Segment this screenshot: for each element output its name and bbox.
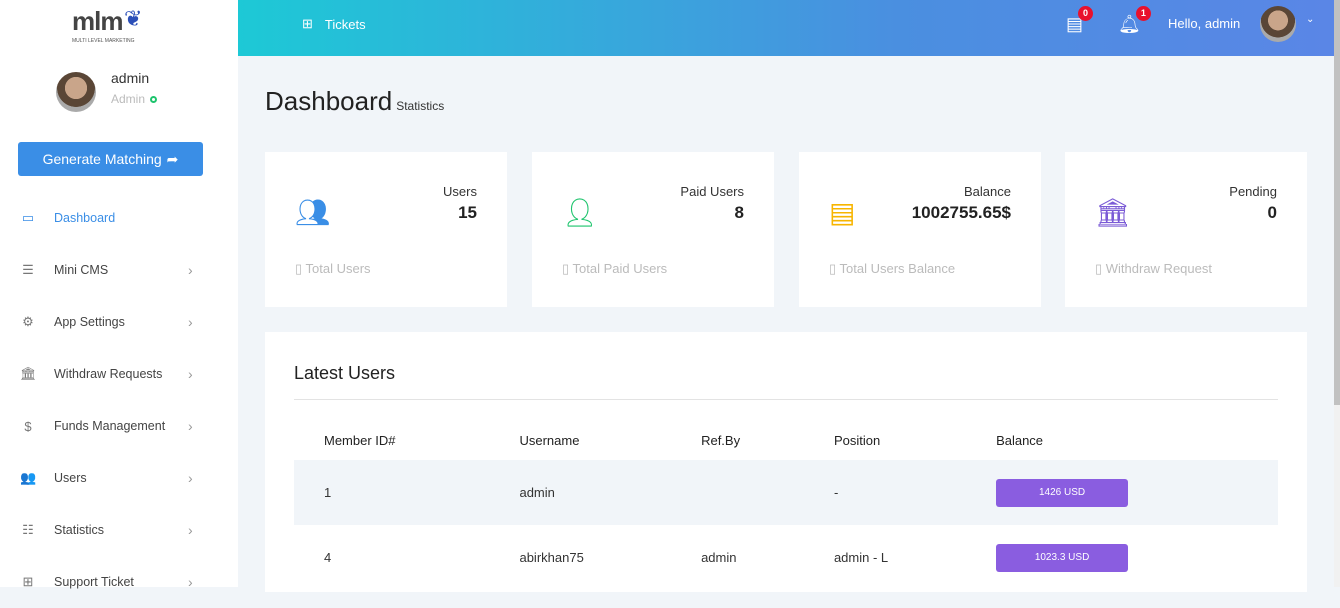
card-footer: ▯ Total Paid Users bbox=[562, 261, 668, 276]
cell: admin bbox=[489, 460, 672, 525]
divider bbox=[294, 399, 1278, 400]
receipt-icon: ▤ bbox=[829, 197, 856, 228]
sidebar-nav: ▭ Dashboard ☰ Mini CMS › ⚙ App Settings › 🏛 Wi… bbox=[0, 192, 238, 608]
latest-users-table: Member ID# Username Ref.By Position Bala… bbox=[294, 420, 1278, 590]
panel-title: Latest Users bbox=[294, 363, 396, 383]
chevron-right-icon: › bbox=[188, 470, 193, 486]
bell-icon[interactable]: 🔔︎ 1 bbox=[1118, 6, 1151, 35]
chevron-right-icon: › bbox=[188, 522, 193, 538]
cell: 1023.3 USD bbox=[966, 525, 1278, 590]
avatar bbox=[56, 72, 96, 112]
table-row: 4 abirkhan75 admin admin - L 1023.3 USD bbox=[294, 525, 1278, 590]
cell: 1 bbox=[294, 460, 490, 525]
card-label: Paid Users bbox=[680, 184, 744, 199]
profile-name: admin bbox=[111, 70, 150, 86]
cell: abirkhan75 bbox=[519, 550, 584, 565]
logo-subtitle: MULTI LEVEL MARKETING bbox=[72, 38, 135, 44]
user-avatar[interactable] bbox=[1260, 6, 1296, 42]
pending-card: 🏛︎ Pending 0 ▯ Withdraw Request bbox=[1065, 152, 1307, 307]
bank-icon: 🏛︎ bbox=[1095, 197, 1131, 228]
profile-role: Admin bbox=[111, 92, 158, 106]
column-header: Position bbox=[833, 432, 881, 448]
balance-card: ▤ Balance 1002755.65$ ▯ Total Users Bala… bbox=[799, 152, 1041, 307]
generate-matching-button[interactable]: Generate Matching ➦ bbox=[18, 142, 203, 176]
table-header: Member ID# Username Ref.By Position Bala… bbox=[294, 420, 1278, 460]
column-header: Member ID# bbox=[324, 432, 396, 448]
cell: - bbox=[803, 460, 967, 525]
cell bbox=[671, 460, 804, 525]
logo-text: mlm bbox=[72, 6, 123, 36]
column-header: Balance bbox=[996, 432, 1044, 448]
latest-users-panel: Latest Users Member ID# Username Ref.By … bbox=[265, 332, 1307, 592]
sidebar-item-users[interactable]: 👥 Users › bbox=[0, 452, 238, 504]
greeting: Hello, admin bbox=[1168, 16, 1241, 31]
sidebar-item-withdraw-requests[interactable]: 🏛 Withdraw Requests › bbox=[0, 348, 238, 400]
share-icon: ➦ bbox=[166, 150, 179, 167]
chevron-right-icon: › bbox=[188, 262, 193, 278]
cell: admin bbox=[701, 550, 737, 565]
topbar: ⊞ Tickets ▤ 0 🔔︎ 1 Hello, admin ⌄ bbox=[238, 0, 1334, 56]
card-footer: ▯ Total Users Balance bbox=[829, 261, 956, 276]
document-badge: 0 bbox=[1078, 6, 1094, 21]
chevron-right-icon: › bbox=[188, 366, 193, 382]
sidebar-item-statistics[interactable]: ☷ Statistics › bbox=[0, 504, 238, 556]
sidebar-item-dashboard[interactable]: ▭ Dashboard bbox=[0, 192, 238, 244]
users-icon: 👥︎ bbox=[295, 197, 331, 228]
card-label: Pending bbox=[1229, 184, 1277, 199]
card-value: 1002755.65$ bbox=[911, 203, 1011, 222]
bank-icon: 🏛 bbox=[20, 366, 37, 381]
sidebar-item-funds-management[interactable]: $ Funds Management › bbox=[0, 400, 238, 452]
scrollbar[interactable] bbox=[1334, 0, 1340, 587]
balance-badge: 1426 USD bbox=[996, 478, 1129, 507]
column-header: Username bbox=[519, 432, 580, 448]
chevron-right-icon: › bbox=[188, 574, 193, 590]
chevron-down-icon[interactable]: ⌄ bbox=[1306, 14, 1314, 25]
sidebar-item-app-settings[interactable]: ⚙ App Settings › bbox=[0, 296, 238, 348]
card-value: 15 bbox=[458, 203, 477, 222]
user-check-icon: 👤︎ bbox=[562, 197, 598, 228]
menu-icon: ☰ bbox=[22, 262, 34, 277]
paid-users-card: 👤︎ Paid Users 8 ▯ Total Paid Users bbox=[532, 152, 774, 307]
notification-badge: 1 bbox=[1135, 6, 1151, 21]
table-row: 1 admin - 1426 USD bbox=[294, 460, 1278, 525]
cell: admin - L bbox=[833, 550, 889, 565]
tickets-link[interactable]: ⊞ Tickets bbox=[302, 16, 366, 32]
sidebar-item-support-ticket[interactable]: ⊞ Support Ticket › bbox=[0, 556, 238, 608]
card-value: 0 bbox=[1267, 203, 1277, 222]
page-title: Dashboard Statistics bbox=[265, 86, 445, 116]
card-label: Balance bbox=[964, 184, 1011, 199]
card-footer: ▯ Total Users bbox=[295, 261, 371, 276]
online-status-icon bbox=[150, 96, 158, 103]
card-label: Users bbox=[443, 184, 477, 199]
list-icon: ☷ bbox=[22, 522, 34, 537]
chevron-right-icon: › bbox=[188, 314, 193, 330]
document-icon[interactable]: ▤ 0 bbox=[1066, 6, 1094, 35]
users-icon: 👥 bbox=[20, 470, 37, 485]
logo[interactable]: mlm ❦ MULTI LEVEL MARKETING bbox=[72, 6, 152, 46]
cell: 4 bbox=[324, 550, 332, 565]
cell: 1426 USD bbox=[966, 460, 1278, 525]
balance-badge: 1023.3 USD bbox=[996, 543, 1129, 572]
ticket-icon: ⊞ bbox=[22, 574, 34, 589]
money-icon: $ bbox=[24, 418, 32, 434]
sidebar-item-mini-cms[interactable]: ☰ Mini CMS › bbox=[0, 244, 238, 296]
card-footer: ▯ Withdraw Request bbox=[1095, 261, 1212, 276]
column-header: Ref.By bbox=[701, 432, 741, 448]
card-value: 8 bbox=[734, 203, 744, 222]
ticket-icon: ⊞ bbox=[302, 16, 313, 31]
tree-icon: ❦ bbox=[124, 6, 143, 31]
users-card: 👥︎ Users 15 ▯ Total Users bbox=[265, 152, 507, 307]
chevron-right-icon: › bbox=[188, 418, 193, 434]
page-subtitle: Statistics bbox=[396, 99, 445, 113]
monitor-icon: ▭ bbox=[21, 210, 35, 225]
sidebar: mlm ❦ MULTI LEVEL MARKETING admin Admin … bbox=[0, 0, 238, 590]
gear-icon: ⚙ bbox=[22, 314, 34, 329]
